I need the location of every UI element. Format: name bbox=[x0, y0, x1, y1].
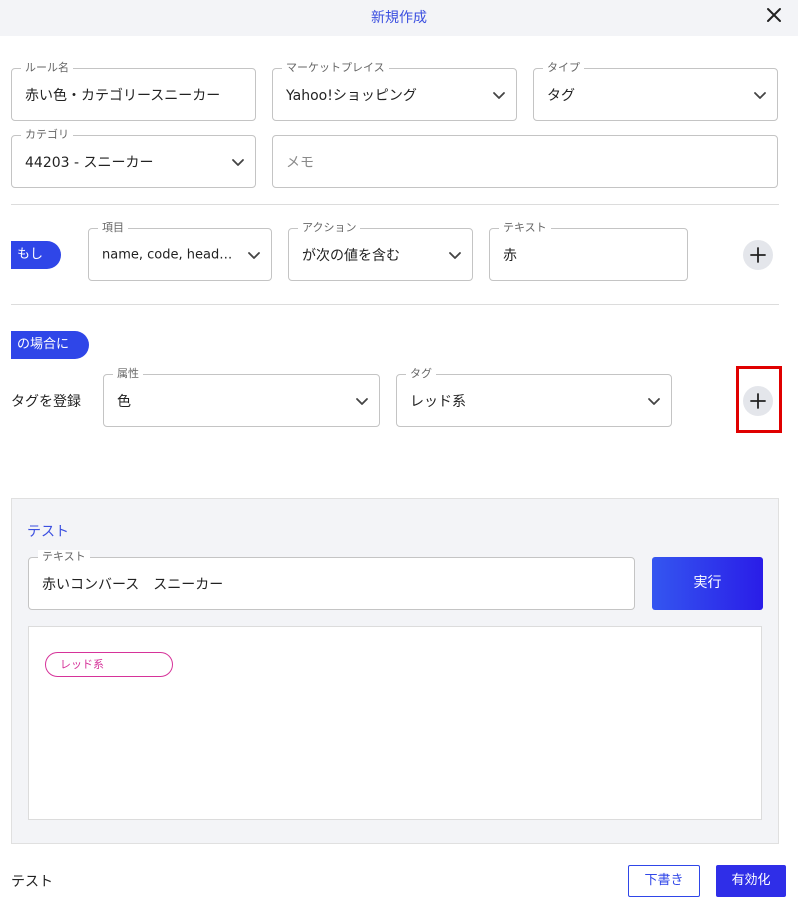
condition-text-label: テキスト bbox=[499, 221, 551, 235]
rule-name-label: ルール名 bbox=[21, 61, 73, 75]
chevron-down-icon bbox=[248, 251, 260, 259]
chevron-down-icon bbox=[754, 91, 766, 99]
dialog-title: 新規作成 bbox=[371, 10, 427, 26]
close-icon[interactable] bbox=[764, 5, 784, 25]
category-select[interactable]: カテゴリ 44203 - スニーカー bbox=[11, 128, 256, 188]
condition-action-select[interactable]: アクション が次の値を含む bbox=[288, 221, 473, 281]
memo-placeholder: メモ bbox=[286, 154, 314, 171]
marketplace-label: マーケットプレイス bbox=[282, 61, 389, 75]
rule-name-field[interactable]: ルール名 赤い色・カテゴリースニーカー bbox=[11, 61, 256, 121]
test-text-label: テキスト bbox=[38, 550, 90, 564]
chevron-down-icon bbox=[232, 158, 244, 166]
condition-action-value: が次の値を含む bbox=[302, 247, 400, 264]
condition-text-input[interactable]: テキスト 赤 bbox=[489, 221, 688, 281]
result-tag-chip: レッド系 bbox=[45, 652, 173, 677]
attribute-value: 色 bbox=[117, 393, 131, 410]
plus-icon bbox=[750, 393, 766, 409]
condition-text-value: 赤 bbox=[503, 247, 517, 264]
dialog-header: 新規作成 bbox=[0, 0, 798, 36]
test-title: テスト bbox=[27, 524, 69, 540]
run-button[interactable]: 実行 bbox=[652, 557, 763, 610]
condition-action-label: アクション bbox=[298, 221, 361, 235]
chevron-down-icon bbox=[493, 91, 505, 99]
type-label: タイプ bbox=[543, 61, 584, 75]
tag-value: レッド系 bbox=[410, 393, 466, 410]
rule-name-value: 赤い色・カテゴリースニーカー bbox=[25, 87, 221, 104]
plus-icon bbox=[750, 247, 766, 263]
add-condition-button[interactable] bbox=[743, 240, 773, 270]
type-select[interactable]: タイプ タグ bbox=[533, 61, 778, 121]
condition-item-label: 項目 bbox=[98, 221, 128, 235]
then-pill: の場合に bbox=[11, 331, 89, 359]
category-value: 44203 - スニーカー bbox=[25, 154, 154, 171]
chevron-down-icon bbox=[648, 397, 660, 405]
condition-item-select[interactable]: 項目 name, code, head… bbox=[88, 221, 272, 281]
test-panel: テスト テキスト 赤いコンバース スニーカー 実行 レッド系 bbox=[11, 498, 779, 844]
tag-label: タグ bbox=[406, 367, 436, 381]
test-result-box: レッド系 bbox=[28, 626, 762, 820]
marketplace-value: Yahoo!ショッピング bbox=[286, 87, 417, 104]
test-text-value: 赤いコンバース スニーカー bbox=[42, 576, 224, 593]
condition-item-value: name, code, head… bbox=[102, 247, 233, 262]
footer-test-label: テスト bbox=[11, 874, 53, 890]
chevron-down-icon bbox=[449, 251, 461, 259]
divider bbox=[11, 204, 779, 205]
chevron-down-icon bbox=[356, 397, 368, 405]
register-tag-label: タグを登録 bbox=[11, 394, 81, 410]
enable-button[interactable]: 有効化 bbox=[716, 865, 786, 897]
attribute-label: 属性 bbox=[113, 367, 143, 381]
type-value: タグ bbox=[547, 87, 575, 104]
test-text-input[interactable]: テキスト 赤いコンバース スニーカー bbox=[28, 550, 635, 610]
category-label: カテゴリ bbox=[21, 128, 73, 142]
divider bbox=[11, 304, 779, 305]
tag-select[interactable]: タグ レッド系 bbox=[396, 367, 672, 427]
marketplace-select[interactable]: マーケットプレイス Yahoo!ショッピング bbox=[272, 61, 517, 121]
attribute-select[interactable]: 属性 色 bbox=[103, 367, 380, 427]
add-action-button[interactable] bbox=[743, 386, 773, 416]
memo-input[interactable]: メモ bbox=[272, 135, 778, 188]
if-pill: もし bbox=[11, 241, 61, 269]
draft-button[interactable]: 下書き bbox=[628, 865, 700, 897]
